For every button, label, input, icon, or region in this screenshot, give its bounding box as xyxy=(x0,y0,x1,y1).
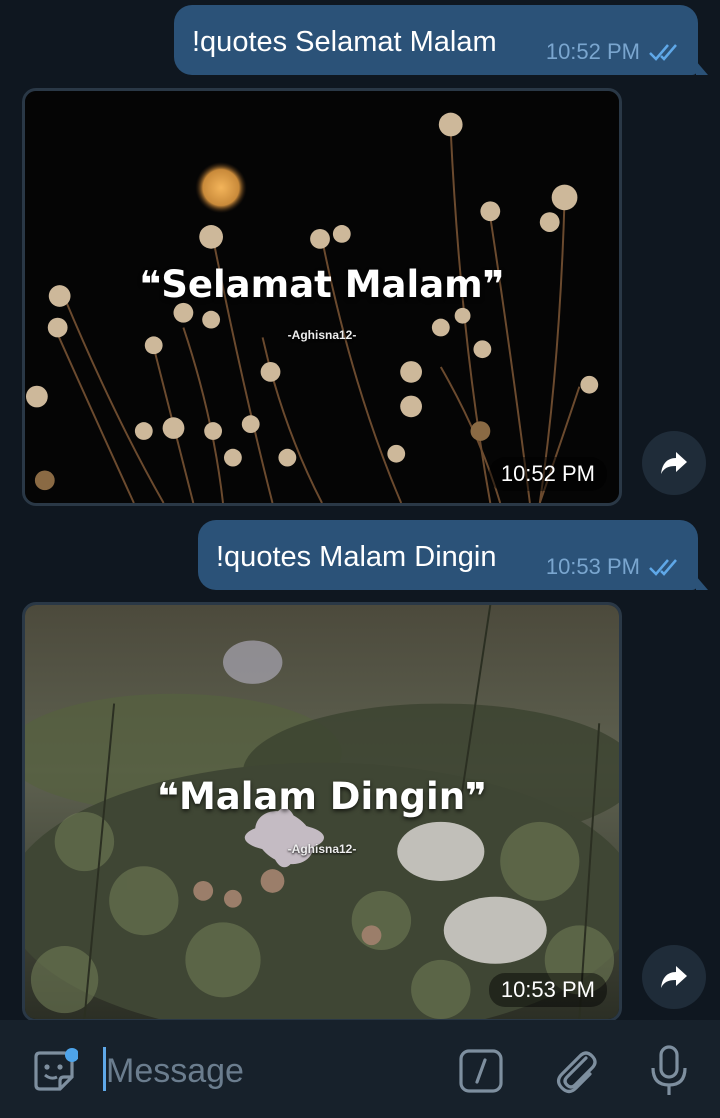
quote-open-icon: ❝ xyxy=(139,263,162,306)
quote-author: -Aghisna12- xyxy=(287,328,357,342)
attach-icon xyxy=(556,1051,597,1094)
double-check-icon xyxy=(649,44,677,61)
message-time: 10:52 PM xyxy=(488,457,607,491)
quote-title: ❝Malam Dingin❞ xyxy=(25,775,619,818)
message-meta: 10:52 PM xyxy=(546,39,682,65)
quote-text: Selamat Malam xyxy=(161,263,483,306)
message-time: 10:53 PM xyxy=(488,973,607,1007)
message-time: 10:52 PM xyxy=(545,39,640,64)
attach-button[interactable] xyxy=(548,1042,604,1098)
share-arrow-icon xyxy=(661,966,687,988)
quote-text: Malam Dingin xyxy=(178,775,466,818)
quote-author: -Aghisna12- xyxy=(287,842,357,856)
message-time: 10:53 PM xyxy=(545,554,640,579)
sticker-icon xyxy=(34,1048,78,1091)
share-button[interactable] xyxy=(642,431,706,495)
chat-history[interactable]: !quotes Selamat Malam 10:52 PM ❝Selamat … xyxy=(0,0,720,1020)
message-input[interactable] xyxy=(106,1046,426,1096)
voice-record-button[interactable] xyxy=(646,1042,692,1100)
photo-message[interactable]: ❝Malam Dingin❞ -Aghisna12- 10:53 PM xyxy=(22,602,622,1020)
quote-open-icon: ❝ xyxy=(157,775,179,818)
microphone-icon xyxy=(651,1045,687,1095)
share-button[interactable] xyxy=(642,945,706,1009)
quote-close-icon: ❞ xyxy=(482,263,505,306)
message-text: !quotes Selamat Malam xyxy=(192,26,497,58)
outgoing-message-bubble[interactable]: !quotes Malam Dingin 10:53 PM xyxy=(198,520,698,590)
share-arrow-icon xyxy=(661,452,687,474)
sticker-button[interactable] xyxy=(28,1045,80,1097)
bot-command-icon xyxy=(459,1049,503,1093)
double-check-icon xyxy=(649,559,677,576)
photo-message[interactable]: ❝Selamat Malam❞ -Aghisna12- 10:52 PM xyxy=(22,88,622,506)
quote-close-icon: ❞ xyxy=(465,775,487,818)
outgoing-message-bubble[interactable]: !quotes Selamat Malam 10:52 PM xyxy=(174,5,698,75)
bot-command-button[interactable] xyxy=(456,1046,506,1096)
message-text: !quotes Malam Dingin xyxy=(216,541,497,573)
bubble-tail xyxy=(696,61,708,75)
quote-title: ❝Selamat Malam❞ xyxy=(25,263,619,306)
message-meta: 10:53 PM xyxy=(546,554,682,580)
